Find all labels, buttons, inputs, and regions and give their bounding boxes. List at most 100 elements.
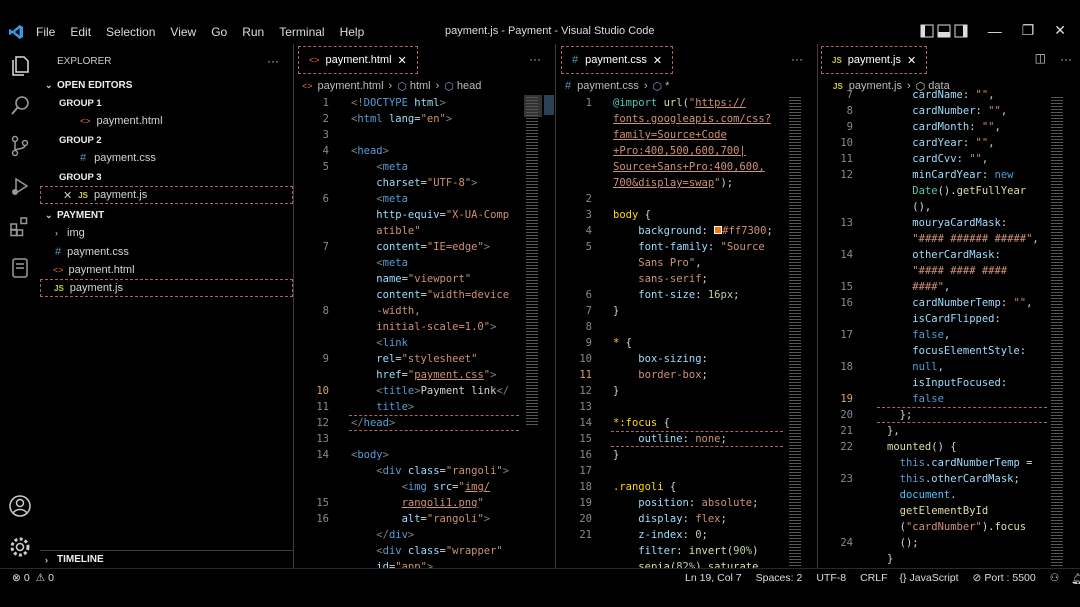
search-icon[interactable] — [8, 94, 32, 118]
breadcrumb-file[interactable]: payment.css — [577, 80, 639, 92]
menu-bar: File Edit Selection View Go Run Terminal… — [36, 25, 379, 39]
menu-run[interactable]: Run — [242, 25, 264, 39]
explorer-sidebar: EXPLORER ··· ⌄ OPEN EDITORS GROUP 1 <> pay… — [40, 44, 294, 568]
element-icon: ⬡ — [444, 80, 454, 93]
file-payment-html[interactable]: <> payment.html — [40, 261, 293, 279]
explorer-header: EXPLORER ··· — [57, 54, 279, 68]
line-ending[interactable]: CRLF — [860, 572, 887, 585]
activity-bar — [0, 44, 40, 568]
problems-indicator[interactable]: ⊗ 0 ⚠ 0 — [12, 572, 54, 584]
breadcrumb-selector[interactable]: * — [665, 80, 669, 92]
encoding[interactable]: UTF-8 — [816, 572, 846, 585]
current-line-highlight — [349, 415, 519, 431]
code-text: <!DOCTYPE html> <html lang="en"> <head> … — [351, 97, 510, 568]
status-bar: ⊗ 0 ⚠ 0 Ln 19, Col 7 Spaces: 2 UTF-8 CRLF … — [0, 568, 1080, 588]
chevron-right-icon: › — [435, 80, 440, 92]
menu-file[interactable]: File — [36, 25, 55, 39]
feedback-icon[interactable]: ⚇ — [1050, 572, 1059, 585]
more-actions-icon[interactable]: ··· — [529, 52, 541, 66]
code-editor-css[interactable]: 1 2 3 4 5 6 7 8 9 10 11 12 13 14 15 16 17 18 19 20 21 @impor… — [557, 95, 817, 568]
close-tab-icon[interactable]: ✕ — [907, 54, 916, 67]
open-editor-payment-html[interactable]: <> payment.html — [40, 112, 293, 130]
indentation[interactable]: Spaces: 2 — [756, 572, 803, 585]
css-file-icon: # — [565, 80, 572, 92]
broadcast-icon: ⊘ — [972, 572, 982, 584]
menu-edit[interactable]: Edit — [70, 25, 91, 39]
layout-sidebar-icon[interactable] — [920, 24, 968, 38]
tab-payment-js[interactable]: JS payment.js ✕ — [821, 46, 928, 74]
group-2-label: GROUP 2 — [59, 134, 102, 146]
extensions-icon[interactable] — [8, 214, 32, 238]
js-file-icon: JS — [78, 190, 89, 200]
html-file-icon: <> — [80, 116, 91, 126]
code-text: cardName: "", cardNumber: "", cardMonth:… — [887, 89, 1039, 565]
element-icon: ⬡ — [397, 80, 407, 93]
tab-payment-css[interactable]: # payment.css ✕ — [561, 46, 674, 74]
notebook-icon[interactable] — [8, 256, 32, 280]
chevron-down-icon: ⌄ — [45, 209, 53, 220]
breadcrumb-file[interactable]: payment.html — [318, 80, 384, 92]
group-3-label: GROUP 3 — [59, 171, 102, 183]
line-numbers: 1 2 3 4 5 6 7 8 9 10 11 12 13 14 15 16 — [316, 97, 329, 525]
close-tab-icon[interactable]: ✕ — [653, 54, 662, 67]
line-numbers: 1 2 3 4 5 6 7 8 9 10 11 12 13 14 15 16 17 18 19 20 21 — [579, 97, 592, 541]
code-editor-js[interactable]: 7 8 9 10 11 12 13 14 15 16 17 18 19 20 21 22 23 24 cardNa… — [819, 89, 1080, 568]
line-numbers: 7 8 9 10 11 12 13 14 15 16 17 18 19 20 21 22 23 24 — [840, 89, 853, 549]
menu-view[interactable]: View — [170, 25, 196, 39]
account-icon[interactable] — [8, 494, 32, 518]
live-server-port[interactable]: Port : 5500 — [984, 572, 1035, 585]
folder-img[interactable]: › img — [40, 224, 293, 242]
css-file-icon: # — [80, 152, 87, 164]
source-control-icon[interactable] — [8, 134, 32, 158]
breadcrumb: # payment.css › ⬡ * — [557, 77, 817, 95]
breadcrumb-html[interactable]: html — [410, 80, 431, 92]
more-actions-icon[interactable]: ··· — [267, 54, 279, 68]
tab-bar: JS payment.js ✕ ◫ ··· — [819, 44, 1080, 76]
run-debug-icon[interactable] — [8, 174, 32, 198]
tab-payment-html[interactable]: <> payment.html ✕ — [298, 46, 418, 74]
warning-icon: ⚠ — [35, 572, 46, 584]
chevron-right-icon: › — [643, 80, 648, 92]
minimap[interactable] — [787, 95, 805, 568]
tab-bar: # payment.css ✕ ··· — [557, 44, 817, 76]
html-file-icon: <> — [309, 55, 320, 65]
color-swatch[interactable] — [714, 226, 723, 234]
files-icon[interactable] — [8, 54, 32, 78]
chevron-down-icon: ⌄ — [45, 79, 53, 90]
bell-icon[interactable]: 🔔︎ — [1071, 572, 1080, 585]
timeline-section[interactable]: › TIMELINE — [40, 550, 293, 568]
minimap[interactable] — [524, 95, 542, 568]
chevron-right-icon: › — [388, 80, 393, 92]
css-file-icon: # — [55, 246, 62, 258]
restore-icon[interactable]: ❐ — [1022, 22, 1035, 39]
more-actions-icon[interactable]: ··· — [1060, 52, 1072, 66]
menu-terminal[interactable]: Terminal — [279, 25, 324, 39]
menu-help[interactable]: Help — [340, 25, 365, 39]
html-file-icon: <> — [53, 265, 64, 275]
menu-selection[interactable]: Selection — [106, 25, 155, 39]
breadcrumb-head[interactable]: head — [457, 80, 481, 92]
open-editors-section[interactable]: ⌄ OPEN EDITORS — [40, 76, 293, 94]
scrollbar[interactable] — [544, 95, 554, 115]
payment-folder-section[interactable]: ⌄ PAYMENT — [40, 206, 293, 224]
window-controls: — ❐ ✕ — [920, 22, 1066, 39]
open-editor-payment-js[interactable]: ✕ JS payment.js — [40, 186, 293, 204]
cursor-position[interactable]: Ln 19, Col 7 — [685, 572, 742, 585]
file-payment-js[interactable]: JS payment.js — [40, 279, 293, 297]
language-mode[interactable]: JavaScript — [910, 572, 959, 585]
open-editor-payment-css[interactable]: # payment.css — [40, 149, 293, 167]
minimap[interactable] — [1049, 95, 1067, 568]
split-editor-icon[interactable]: ◫ — [1035, 51, 1046, 65]
file-payment-css[interactable]: # payment.css — [40, 243, 293, 261]
code-editor-html[interactable]: 1 2 3 4 5 6 7 8 9 10 11 12 13 14 15 16 <!DOCTYPE html> … — [294, 95, 555, 568]
close-editor-icon[interactable]: ✕ — [63, 189, 72, 202]
close-tab-icon[interactable]: ✕ — [398, 54, 407, 67]
minimize-icon[interactable]: — — [988, 23, 1002, 39]
menu-go[interactable]: Go — [211, 25, 227, 39]
chevron-right-icon: › — [55, 228, 58, 238]
gear-icon[interactable] — [8, 535, 32, 559]
close-icon[interactable]: ✕ — [1054, 22, 1066, 39]
braces-icon: {} — [899, 572, 907, 584]
more-actions-icon[interactable]: ··· — [791, 52, 803, 66]
js-file-icon: JS — [832, 55, 842, 65]
